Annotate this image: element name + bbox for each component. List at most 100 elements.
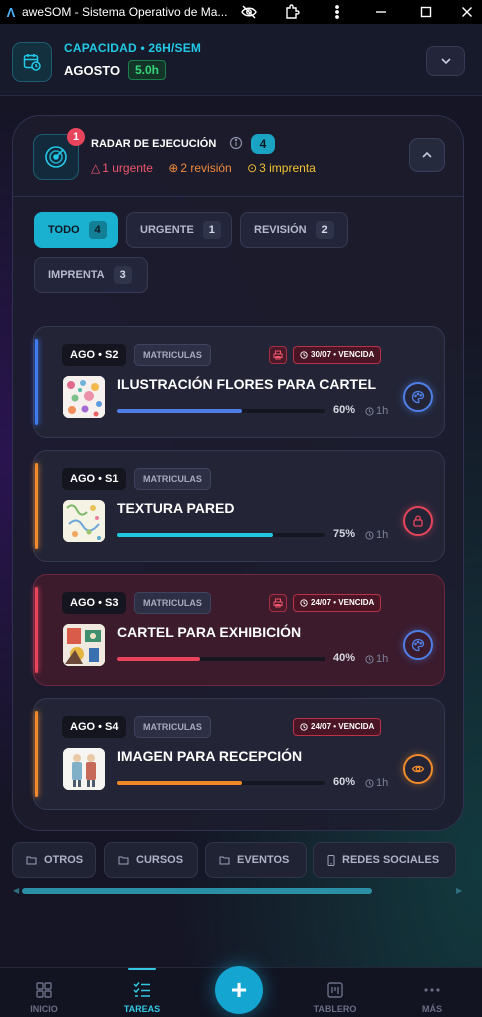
checklist-icon [133, 982, 150, 997]
nav-tareas[interactable]: TAREAS [107, 968, 177, 1017]
period-tag: AGO • S1 [62, 468, 127, 490]
nav-label: TAREAS [123, 1004, 161, 1014]
task-card[interactable]: AGO • S4 MATRICULAS 24/07 • VENCIDA IMAG… [33, 698, 445, 810]
progress-fill [117, 781, 242, 785]
task-title: ILUSTRACIÓN FLORES PARA CARTEL [117, 376, 376, 392]
hours-estimate: 1h [365, 405, 388, 417]
task-title: TEXTURA PARED [117, 500, 235, 516]
progress-percent: 40% [333, 652, 356, 664]
category-eventos[interactable]: EVENTOS [205, 842, 307, 878]
filter-count: 1 [202, 221, 221, 239]
plus-icon: + [230, 974, 248, 1005]
scroll-right-arrow-icon[interactable]: ▶ [456, 886, 462, 895]
board-icon [327, 982, 343, 998]
card-accent [35, 339, 38, 425]
hours-estimate: 1h [365, 653, 388, 665]
status-button[interactable] [403, 382, 433, 412]
eye-off-icon[interactable] [234, 0, 264, 24]
phone-icon [327, 854, 335, 866]
task-title: CARTEL PARA EXHIBICIÓN [117, 624, 302, 640]
clock-icon [365, 406, 374, 416]
period-tag: AGO • S3 [62, 592, 127, 614]
status-button[interactable] [403, 754, 433, 784]
category-label: EVENTOS [237, 854, 290, 866]
category-cursos[interactable]: CURSOS [104, 842, 198, 878]
category-redes-sociales[interactable]: REDES SOCIALES [313, 842, 456, 878]
menu-dots-icon[interactable] [322, 0, 352, 24]
progress-fill [117, 409, 242, 413]
category-tag: MATRICULAS [134, 468, 211, 490]
eye-icon [411, 765, 425, 773]
clock-icon [365, 654, 374, 664]
clock-icon [365, 778, 374, 788]
filter-imprenta[interactable]: IMPRENTA 3 [34, 257, 148, 293]
progress-track [117, 409, 325, 413]
scroll-left-arrow-icon[interactable]: ◀ [13, 886, 19, 895]
filter-urgente[interactable]: URGENTE 1 [126, 212, 232, 248]
card-accent [35, 711, 38, 797]
add-task-button[interactable]: + [215, 966, 263, 1014]
category-otros[interactable]: OTROS [12, 842, 96, 878]
maximize-icon[interactable] [411, 0, 441, 24]
status-button[interactable] [403, 506, 433, 536]
radar-alert-badge: 1 [67, 128, 85, 146]
filter-label: URGENTE [140, 224, 194, 236]
print-icon: ⊙ [247, 161, 258, 175]
app-logo-icon: Ʌ [6, 4, 16, 20]
radar-collapse-button[interactable] [409, 138, 445, 172]
radar-summary: △ 1 urgente ⊕ 2 revisión ⊙ 3 imprenta [91, 161, 328, 175]
extension-icon[interactable] [277, 0, 307, 24]
status-button[interactable] [403, 630, 433, 660]
nav-inicio[interactable]: INICIO [9, 968, 79, 1017]
category-tag: MATRICULAS [134, 592, 211, 614]
horizontal-scrollbar[interactable] [22, 888, 372, 894]
summary-print: ⊙ 3 imprenta [247, 161, 316, 175]
window-titlebar: Ʌ aweSOM - Sistema Operativo de Ma... [0, 0, 482, 24]
progress-percent: 60% [333, 404, 356, 416]
radar-total-badge: 4 [251, 134, 275, 154]
task-card[interactable]: AGO • S1 MATRICULAS TEXTURA PARED 75% 1h [33, 450, 445, 562]
capacity-header: CAPACIDAD • 26H/SEM AGOSTO 5.0h [0, 24, 482, 96]
category-tag: MATRICULAS [134, 344, 211, 366]
filter-label: TODO [48, 224, 80, 236]
task-card[interactable]: AGO • S3 MATRICULAS 24/07 • VENCIDA CART… [33, 574, 445, 686]
progress-track [117, 657, 325, 661]
radar-title: RADAR DE EJECUCIÓN [91, 138, 217, 150]
progress-percent: 60% [333, 776, 356, 788]
hours-badge: 5.0h [128, 60, 167, 80]
category-label: OTROS [44, 854, 84, 866]
filter-count: 3 [113, 266, 132, 284]
filter-count: 4 [88, 221, 107, 239]
period-tag: AGO • S4 [62, 716, 127, 738]
palette-icon [411, 638, 425, 652]
progress-percent: 75% [333, 528, 356, 540]
task-thumbnail [63, 376, 105, 418]
task-thumbnail [63, 500, 105, 542]
task-title: IMAGEN PARA RECEPCIÓN [117, 748, 303, 764]
printer-icon [269, 594, 287, 612]
capacity-label: CAPACIDAD • 26H/SEM [64, 41, 202, 55]
category-label: REDES SOCIALES [342, 854, 440, 866]
radar-header: 1 RADAR DE EJECUCIÓN 4 △ 1 urgente ⊕ 2 rev… [13, 116, 463, 197]
header-collapse-button[interactable] [426, 46, 465, 76]
nav-tablero[interactable]: TABLERO [300, 968, 370, 1017]
card-accent [35, 587, 38, 673]
filter-count: 2 [315, 221, 334, 239]
category-tag: MATRICULAS [134, 716, 211, 738]
filter-todo[interactable]: TODO 4 [34, 212, 118, 248]
task-card[interactable]: AGO • S2 MATRICULAS 30/07 • VENCIDA ILUS… [33, 326, 445, 438]
info-icon[interactable] [229, 136, 243, 150]
close-icon[interactable] [452, 0, 482, 24]
month-label: AGOSTO [64, 63, 121, 78]
nav-label: INICIO [30, 1004, 58, 1014]
chevron-down-icon [440, 58, 451, 65]
calendar-icon [12, 42, 52, 82]
progress-track [117, 533, 325, 537]
minimize-icon[interactable] [366, 0, 396, 24]
summary-review: ⊕ 2 revisión [168, 161, 232, 175]
nav-mas[interactable]: MÁS [397, 968, 467, 1017]
overdue-badge: 30/07 • VENCIDA [293, 346, 382, 364]
filter-revision[interactable]: REVISIÓN 2 [240, 212, 348, 248]
progress-track [117, 781, 325, 785]
task-thumbnail [63, 624, 105, 666]
